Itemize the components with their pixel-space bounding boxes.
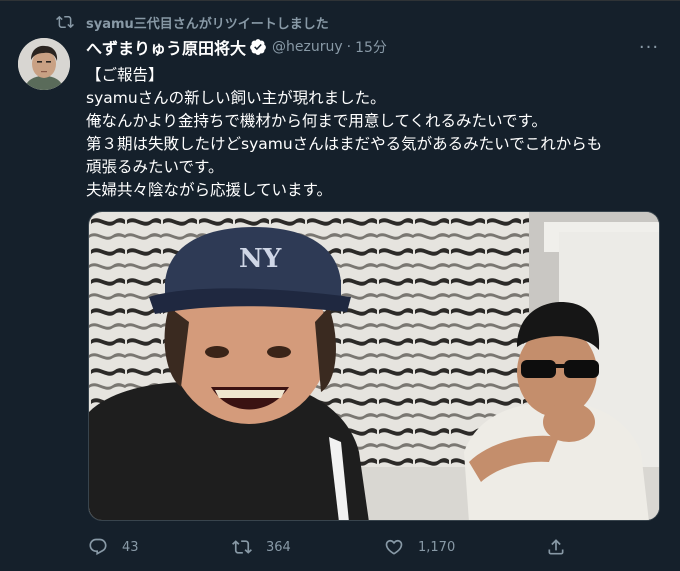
tweet-line: 第３期は失敗したけどsyamuさんはまだやる気があるみたいでこれからも <box>86 135 603 153</box>
svg-text:NY: NY <box>239 244 282 274</box>
retweet-context-label: syamu三代目さんがリツイートしました <box>86 16 329 32</box>
tweet-line: syamuさんの新しい飼い主が現れました。 <box>86 89 386 107</box>
like-button[interactable]: 1,170 <box>384 532 455 562</box>
retweet-icon <box>56 15 74 29</box>
retweet-icon <box>232 540 252 554</box>
reply-icon <box>89 538 107 556</box>
tweet-header: へずまりゅう原田将大 @hezuruy · 15分 <box>86 36 387 58</box>
heart-icon <box>385 539 403 555</box>
tweet-line: 頑張るみたいです。 <box>86 158 224 176</box>
author-handle[interactable]: @hezuruy <box>272 39 343 55</box>
more-options-button[interactable]: ··· <box>634 34 664 60</box>
tweet-line: 【ご報告】 <box>86 66 164 84</box>
retweet-button[interactable]: 364 <box>232 532 291 562</box>
tweet-line: 夫婦共々陰ながら応援しています。 <box>86 181 332 199</box>
tweet-timestamp[interactable]: 15分 <box>355 37 387 57</box>
retweet-count: 364 <box>266 539 291 555</box>
photo-image: NY <box>89 212 659 520</box>
retweet-context[interactable]: syamu三代目さんがリツイートしました <box>56 12 329 32</box>
share-button[interactable] <box>546 532 580 562</box>
author-name[interactable]: へずまりゅう原田将大 <box>86 35 246 59</box>
more-icon: ··· <box>638 36 660 58</box>
tweet-text: 【ご報告】 syamuさんの新しい飼い主が現れました。 俺なんかより金持ちで機材… <box>86 64 666 202</box>
header-separator: · <box>346 39 352 55</box>
reply-button[interactable]: 43 <box>88 532 139 562</box>
tweet-photo[interactable]: NY <box>88 211 660 521</box>
top-divider <box>0 0 680 1</box>
share-icon <box>548 539 564 555</box>
like-count: 1,170 <box>418 539 456 555</box>
tweet-actions: 43 364 1,170 <box>88 532 668 562</box>
tweet-line: 俺なんかより金持ちで機材から何まで用意してくれるみたいです。 <box>86 112 547 130</box>
author-avatar[interactable] <box>18 38 70 90</box>
reply-count: 43 <box>122 539 139 555</box>
verified-badge-icon <box>250 39 266 55</box>
